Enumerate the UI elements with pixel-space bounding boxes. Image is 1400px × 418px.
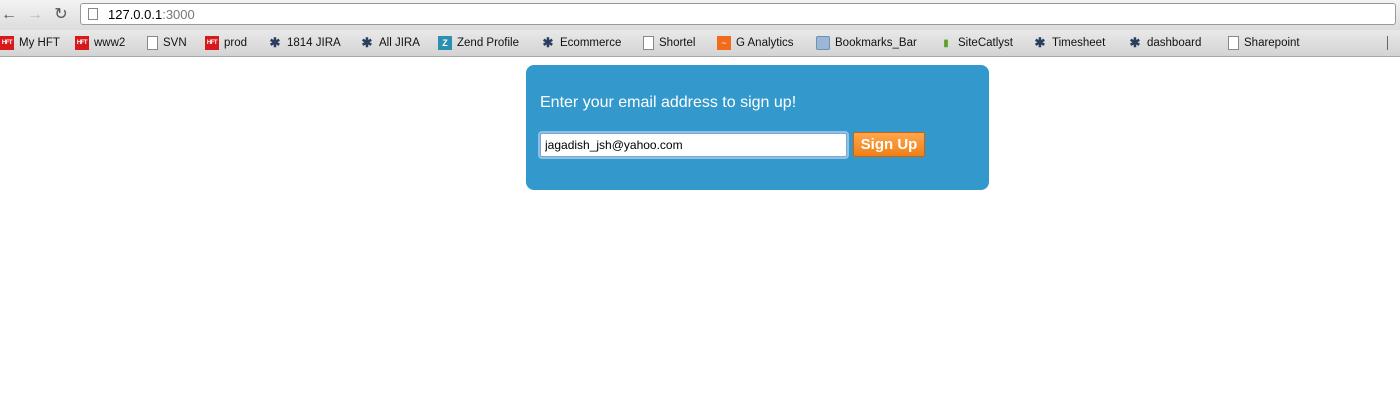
bookmark-1814-jira[interactable]: ✱ 1814 JIRA: [268, 34, 341, 52]
bookmarks-bar: HFT My HFT HFT www2 SVN HFT prod ✱ 1814 JIRA…: [0, 30, 1400, 57]
page-icon: [88, 8, 98, 20]
page-icon: [1228, 36, 1239, 50]
bookmark-g-analytics[interactable]: ~ G Analytics: [717, 34, 794, 52]
bookmark-label: Shortel: [659, 37, 696, 49]
bars-icon: ▮: [943, 37, 949, 49]
bookmarks-overflow-icon[interactable]: [1387, 36, 1398, 50]
bookmark-my-hft[interactable]: HFT My HFT: [0, 34, 60, 52]
bookmark-label: Sharepoint: [1244, 37, 1300, 49]
page-icon: [147, 36, 158, 50]
bookmark-all-jira[interactable]: ✱ All JIRA: [360, 34, 420, 52]
forward-arrow-icon[interactable]: →: [26, 6, 44, 24]
back-arrow-icon[interactable]: ←: [0, 6, 18, 24]
bookmark-label: Ecommerce: [560, 37, 622, 49]
bookmark-label: Timesheet: [1052, 37, 1106, 49]
sign-up-button[interactable]: Sign Up: [853, 132, 925, 157]
url-text: 127.0.0.1:3000: [108, 7, 195, 22]
analytics-icon: ~: [717, 36, 731, 50]
bookmark-label: www2: [94, 37, 126, 49]
jira-icon: ✱: [361, 35, 373, 50]
bookmark-ecommerce[interactable]: ✱ Ecommerce: [541, 34, 622, 52]
bookmark-label: G Analytics: [736, 37, 794, 49]
bookmark-label: SiteCatlyst: [958, 37, 1013, 49]
bookmark-label: All JIRA: [379, 37, 420, 49]
bookmark-label: 1814 JIRA: [287, 37, 341, 49]
bookmark-label: prod: [224, 37, 248, 49]
signup-heading: Enter your email address to sign up!: [540, 94, 797, 111]
bookmark-shortel[interactable]: Shortel: [643, 34, 695, 52]
signup-panel: Enter your email address to sign up! Sig…: [526, 65, 989, 190]
bookmark-www2[interactable]: HFT www2: [75, 34, 125, 52]
bookmark-label: My HFT: [19, 37, 60, 49]
bookmark-zend-profile[interactable]: Z Zend Profile: [438, 34, 519, 52]
jira-icon: ✱: [269, 35, 281, 50]
bookmark-sitecatlyst[interactable]: ▮ SiteCatlyst: [939, 34, 1013, 52]
bookmark-sharepoint[interactable]: Sharepoint: [1228, 34, 1300, 52]
hft-icon: HFT: [205, 36, 219, 50]
jira-icon: ✱: [1129, 35, 1141, 50]
jira-icon: ✱: [1034, 35, 1046, 50]
reload-icon[interactable]: ↻: [52, 6, 70, 24]
bookmark-bookmarks-bar-folder[interactable]: Bookmarks_Bar: [816, 34, 917, 52]
hft-icon: HFT: [0, 36, 14, 50]
bookmark-timesheet[interactable]: ✱ Timesheet: [1033, 34, 1106, 52]
hft-icon: HFT: [75, 36, 89, 50]
url-port: :3000: [162, 7, 195, 22]
zend-icon: Z: [438, 36, 452, 50]
page-icon: [643, 36, 654, 50]
email-input[interactable]: [538, 131, 849, 159]
bookmark-dashboard[interactable]: ✱ dashboard: [1128, 34, 1202, 52]
bookmark-svn[interactable]: SVN: [147, 34, 187, 52]
bookmark-label: Bookmarks_Bar: [835, 37, 917, 49]
address-bar[interactable]: 127.0.0.1:3000: [80, 3, 1396, 25]
bookmark-label: Zend Profile: [457, 37, 520, 49]
browser-toolbar: ← → ↻ 127.0.0.1:3000: [0, 0, 1400, 30]
folder-icon: [816, 36, 830, 50]
jira-icon: ✱: [542, 35, 554, 50]
bookmark-prod[interactable]: HFT prod: [205, 34, 247, 52]
bookmark-label: SVN: [163, 37, 187, 49]
bookmark-label: dashboard: [1147, 37, 1202, 49]
url-host: 127.0.0.1: [108, 7, 163, 22]
